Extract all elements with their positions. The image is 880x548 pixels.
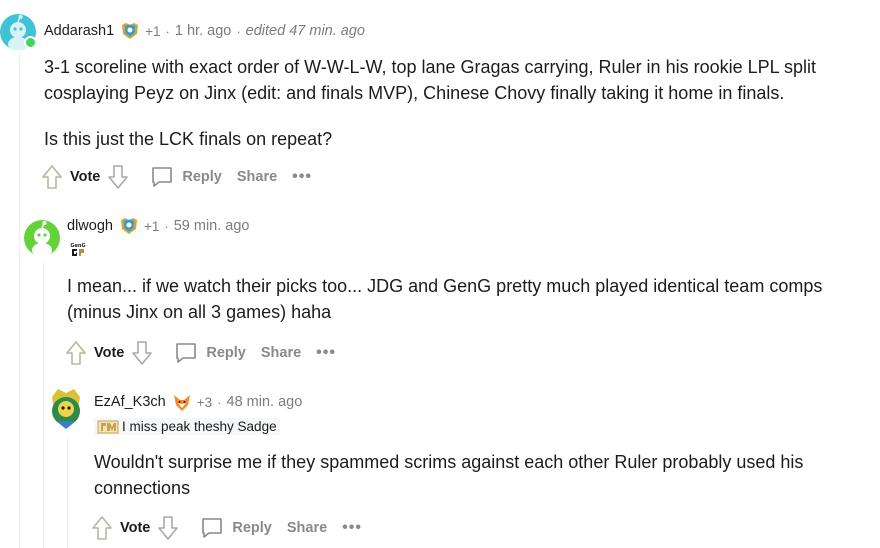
reply-button[interactable]: Reply bbox=[206, 345, 246, 361]
username[interactable]: Addarash1 bbox=[44, 23, 114, 39]
username[interactable]: dlwogh bbox=[67, 218, 113, 234]
chat-bubble-icon[interactable] bbox=[174, 341, 198, 365]
reply-button[interactable]: Reply bbox=[182, 169, 222, 185]
karma-count: +1 bbox=[143, 218, 160, 234]
vote-label: Vote bbox=[94, 345, 125, 361]
more-dots-icon[interactable]: ••• bbox=[342, 519, 362, 537]
thread-line[interactable] bbox=[43, 262, 44, 548]
comment-actions: Vote Reply Share ••• bbox=[90, 514, 362, 542]
arrow-down-icon[interactable] bbox=[106, 163, 130, 191]
chat-bubble-icon[interactable] bbox=[150, 165, 174, 189]
comment-paragraph: I mean... if we watch their picks too...… bbox=[67, 276, 823, 322]
separator: · bbox=[217, 394, 222, 410]
more-dots-icon[interactable]: ••• bbox=[316, 344, 336, 362]
timestamp[interactable]: 59 min. ago bbox=[174, 218, 250, 234]
reply-button[interactable]: Reply bbox=[232, 520, 272, 536]
username[interactable]: EzAf_K3ch bbox=[94, 394, 166, 410]
comment-meta: Addarash1 +1 · 1 hr. ago · edited 47 min… bbox=[44, 22, 365, 40]
comment-meta: EzAf_K3ch +3 · 48 min. ago bbox=[94, 393, 302, 411]
comment-body: Wouldn't surprise me if they spammed scr… bbox=[94, 449, 854, 501]
separator: · bbox=[236, 23, 241, 39]
comment-paragraph: 3-1 scoreline with exact order of W-W-L-… bbox=[44, 57, 816, 103]
timestamp[interactable]: 48 min. ago bbox=[227, 394, 303, 410]
share-button[interactable]: Share bbox=[261, 345, 301, 361]
avatar[interactable] bbox=[24, 220, 60, 257]
share-button[interactable]: Share bbox=[237, 169, 277, 185]
fox-badge-icon bbox=[172, 393, 192, 411]
flair-badge-icon bbox=[119, 217, 139, 235]
user-flair: I miss peak theshy Sadge bbox=[94, 418, 280, 435]
comment-thread: Addarash1 +1 · 1 hr. ago · edited 47 min… bbox=[0, 0, 880, 548]
comment-body: 3-1 scoreline with exact order of W-W-L-… bbox=[44, 54, 844, 152]
comment-actions: Vote Reply Share ••• bbox=[64, 339, 336, 367]
chat-bubble-icon[interactable] bbox=[200, 516, 224, 540]
karma-count: +3 bbox=[196, 394, 213, 410]
flair-badge-icon bbox=[120, 22, 140, 40]
vote-label: Vote bbox=[120, 520, 151, 536]
separator: · bbox=[164, 218, 169, 234]
arrow-up-icon[interactable] bbox=[40, 163, 64, 191]
vote-label: Vote bbox=[70, 169, 101, 185]
online-status-icon bbox=[24, 36, 37, 49]
team-flair: GenG bbox=[70, 241, 86, 259]
avatar[interactable] bbox=[48, 387, 84, 429]
user-flair-text: I miss peak theshy Sadge bbox=[122, 419, 277, 434]
comment-paragraph: Is this just the LCK finals on repeat? bbox=[44, 129, 333, 149]
arrow-up-icon[interactable] bbox=[90, 514, 114, 542]
team-flair-text: GenG bbox=[70, 243, 85, 249]
comment-meta: dlwogh +1 · 59 min. ago bbox=[67, 217, 249, 235]
team-logo-icon bbox=[97, 420, 119, 434]
comment-body: I mean... if we watch their picks too...… bbox=[67, 273, 857, 325]
karma-count: +1 bbox=[145, 23, 161, 39]
arrow-down-icon[interactable] bbox=[156, 514, 180, 542]
thread-line[interactable] bbox=[19, 52, 20, 548]
thread-line[interactable] bbox=[67, 438, 68, 548]
comment-paragraph: Wouldn't surprise me if they spammed scr… bbox=[94, 452, 804, 498]
share-button[interactable]: Share bbox=[287, 520, 327, 536]
timestamp[interactable]: 1 hr. ago bbox=[175, 23, 231, 39]
more-dots-icon[interactable]: ••• bbox=[292, 168, 312, 186]
separator: · bbox=[165, 23, 170, 39]
comment-actions: Vote Reply Share ••• bbox=[40, 163, 312, 191]
arrow-up-icon[interactable] bbox=[64, 339, 88, 367]
arrow-down-icon[interactable] bbox=[130, 339, 154, 367]
edited-timestamp: edited 47 min. ago bbox=[245, 23, 365, 39]
